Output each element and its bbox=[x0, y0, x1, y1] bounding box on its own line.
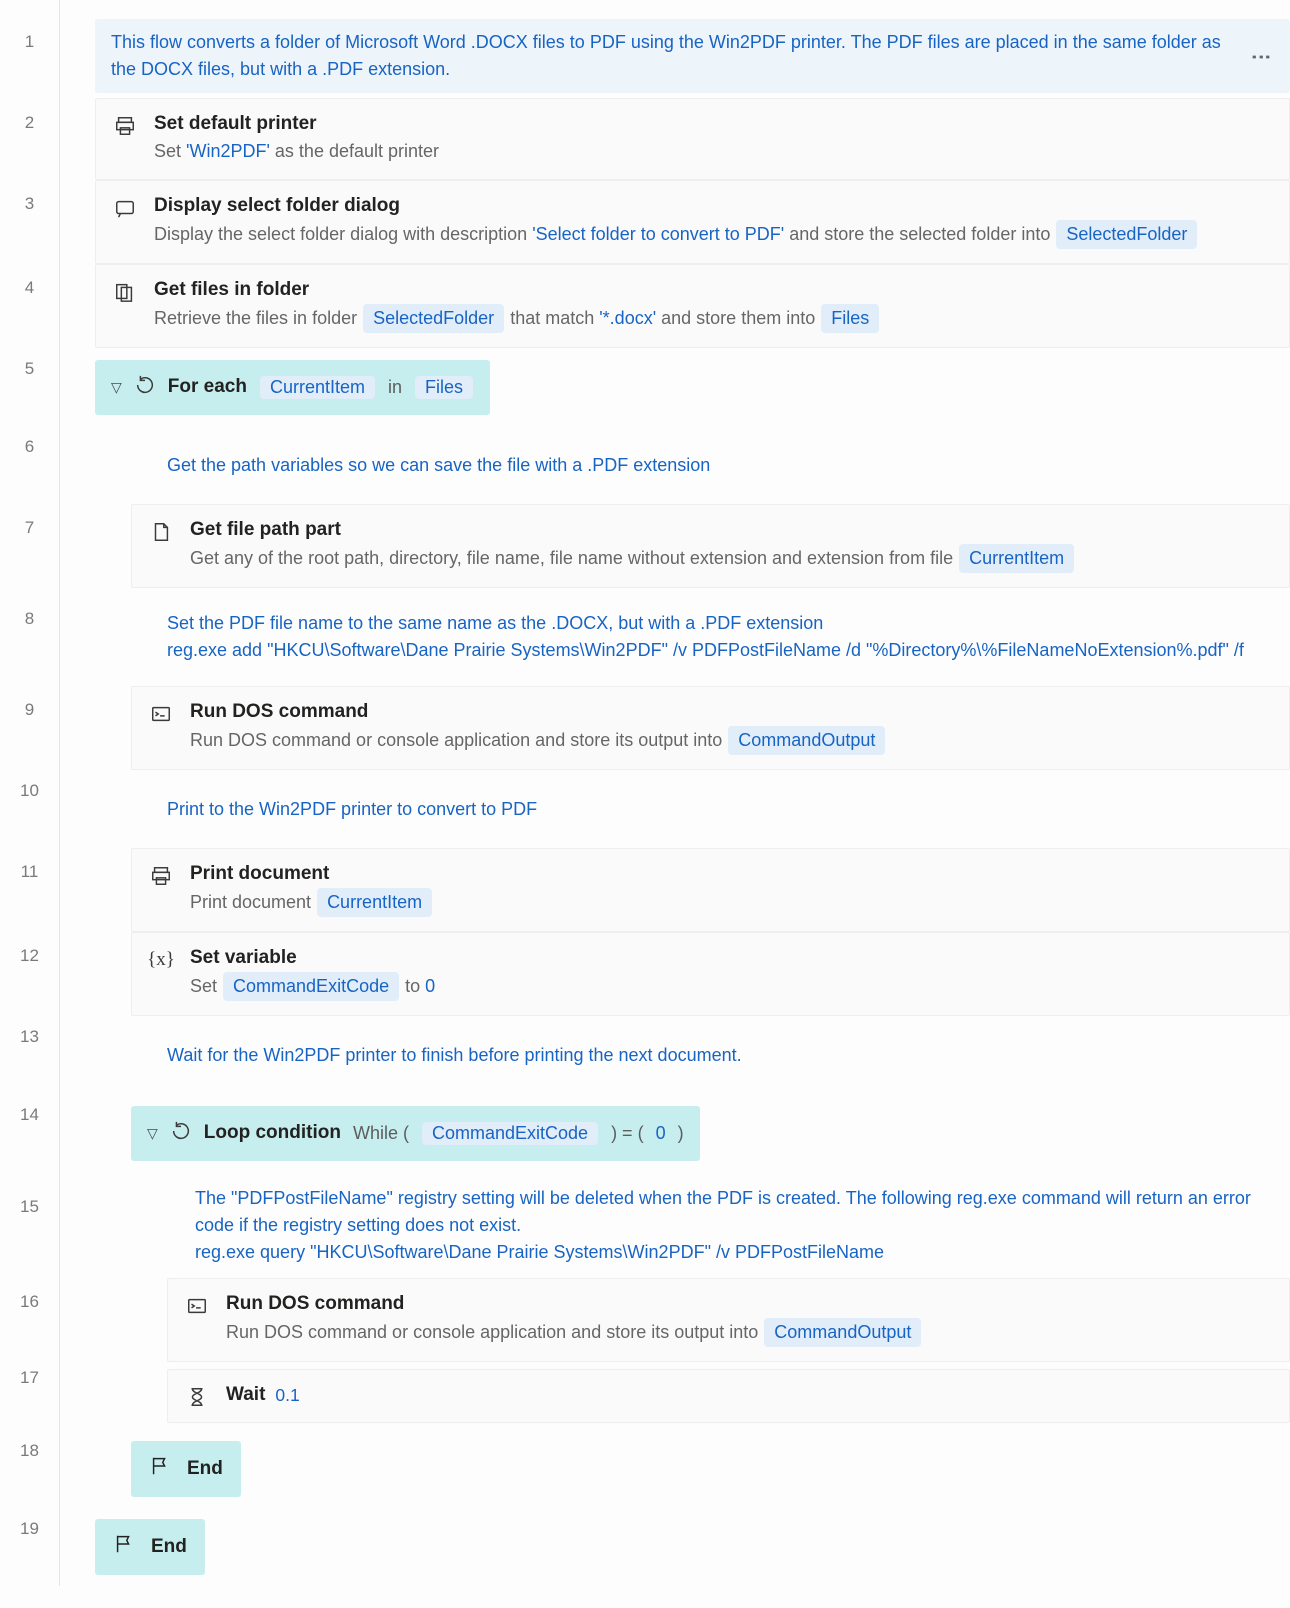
action-title: Wait bbox=[226, 1384, 265, 1406]
line-number: 1 bbox=[0, 0, 59, 84]
line-number: 15 bbox=[0, 1154, 59, 1260]
action-run-dos-command[interactable]: Run DOS command Run DOS command or conso… bbox=[167, 1278, 1290, 1362]
action-description: Run DOS command or console application a… bbox=[190, 726, 1271, 755]
comment-text: This flow converts a folder of Microsoft… bbox=[111, 32, 1221, 79]
variable-icon: {x} bbox=[150, 949, 172, 971]
action-description: Print document CurrentItem bbox=[190, 888, 1271, 917]
loop-icon bbox=[170, 1120, 192, 1147]
action-title: Run DOS command bbox=[226, 1293, 1271, 1315]
comment-block[interactable]: This flow converts a folder of Microsoft… bbox=[95, 19, 1290, 93]
action-description: Retrieve the files in folder SelectedFol… bbox=[154, 304, 1271, 333]
flag-icon bbox=[113, 1533, 135, 1561]
action-print-document[interactable]: Print document Print document CurrentIte… bbox=[131, 848, 1290, 932]
line-number: 5 bbox=[0, 330, 59, 408]
for-each-header[interactable]: ▽ For each CurrentItem in Files bbox=[95, 360, 490, 415]
end-block[interactable]: End bbox=[131, 1441, 241, 1497]
chevron-down-icon[interactable]: ▽ bbox=[147, 1125, 158, 1142]
line-number: 8 bbox=[0, 570, 59, 668]
variable-chip[interactable]: Files bbox=[821, 304, 879, 333]
hourglass-icon bbox=[186, 1386, 208, 1408]
variable-chip[interactable]: CommandOutput bbox=[728, 726, 885, 755]
line-number: 2 bbox=[0, 84, 59, 162]
line-number: 10 bbox=[0, 752, 59, 830]
line-number: 4 bbox=[0, 246, 59, 330]
line-number: 16 bbox=[0, 1260, 59, 1344]
line-number: 18 bbox=[0, 1412, 59, 1490]
line-number: 19 bbox=[0, 1490, 59, 1568]
line-number: 9 bbox=[0, 668, 59, 752]
variable-chip[interactable]: CommandExitCode bbox=[223, 972, 399, 1001]
line-number: 6 bbox=[0, 408, 59, 486]
action-title: Print document bbox=[190, 863, 1271, 885]
action-description: Set CommandExitCode to 0 bbox=[190, 972, 1271, 1001]
action-set-default-printer[interactable]: Set default printer Set 'Win2PDF' as the… bbox=[95, 98, 1290, 180]
line-number: 17 bbox=[0, 1344, 59, 1412]
end-block[interactable]: End bbox=[95, 1519, 205, 1575]
wait-value: 0.1 bbox=[275, 1385, 299, 1406]
action-title: Display select folder dialog bbox=[154, 195, 1271, 217]
loop-condition-header[interactable]: ▽ Loop condition While ( CommandExitCode… bbox=[131, 1106, 700, 1161]
folder-files-icon bbox=[114, 281, 136, 303]
action-title: Get files in folder bbox=[154, 279, 1271, 301]
action-title: Get file path part bbox=[190, 519, 1271, 541]
action-get-file-path-part[interactable]: Get file path part Get any of the root p… bbox=[131, 504, 1290, 588]
comment-text[interactable]: Get the path variables so we can save th… bbox=[167, 448, 710, 483]
line-number: 12 bbox=[0, 914, 59, 998]
comment-text[interactable]: The "PDFPostFileName" registry setting w… bbox=[195, 1181, 1290, 1270]
variable-chip[interactable]: SelectedFolder bbox=[1056, 220, 1197, 249]
variable-chip[interactable]: CurrentItem bbox=[260, 376, 375, 399]
terminal-icon bbox=[150, 703, 172, 725]
action-wait[interactable]: Wait 0.1 bbox=[167, 1369, 1290, 1423]
loop-title: For each bbox=[168, 376, 247, 398]
action-run-dos-command[interactable]: Run DOS command Run DOS command or conso… bbox=[131, 686, 1290, 770]
flag-icon bbox=[149, 1455, 171, 1483]
line-number-gutter: 1 2 3 4 5 6 7 8 9 10 11 12 13 14 15 16 1… bbox=[0, 0, 60, 1586]
action-title: Set default printer bbox=[154, 113, 1271, 135]
printer-icon bbox=[114, 115, 136, 137]
line-number: 13 bbox=[0, 998, 59, 1076]
action-get-files-in-folder[interactable]: Get files in folder Retrieve the files i… bbox=[95, 264, 1290, 348]
terminal-icon bbox=[186, 1295, 208, 1317]
file-icon bbox=[150, 521, 172, 543]
dialog-icon bbox=[114, 197, 136, 219]
line-number: 7 bbox=[0, 486, 59, 570]
variable-chip[interactable]: Files bbox=[415, 376, 473, 399]
action-title: Set variable bbox=[190, 947, 1271, 969]
action-title: Run DOS command bbox=[190, 701, 1271, 723]
flow-content: This flow converts a folder of Microsoft… bbox=[60, 0, 1290, 1586]
comment-text[interactable]: Set the PDF file name to the same name a… bbox=[167, 606, 1244, 668]
line-number: 11 bbox=[0, 830, 59, 914]
loop-title: Loop condition bbox=[204, 1122, 341, 1144]
action-set-variable[interactable]: {x} Set variable Set CommandExitCode to … bbox=[131, 932, 1290, 1016]
printer-icon bbox=[150, 865, 172, 887]
comment-text[interactable]: Print to the Win2PDF printer to convert … bbox=[167, 792, 537, 827]
variable-chip[interactable]: CommandExitCode bbox=[422, 1122, 598, 1145]
action-description: Set 'Win2PDF' as the default printer bbox=[154, 138, 1271, 165]
action-display-select-folder[interactable]: Display select folder dialog Display the… bbox=[95, 180, 1290, 264]
line-number: 14 bbox=[0, 1076, 59, 1154]
variable-chip[interactable]: CurrentItem bbox=[317, 888, 432, 917]
more-options-icon[interactable]: ⋮ bbox=[1246, 47, 1276, 65]
action-description: Run DOS command or console application a… bbox=[226, 1318, 1271, 1347]
action-description: Get any of the root path, directory, fil… bbox=[190, 544, 1271, 573]
loop-icon bbox=[134, 374, 156, 401]
action-description: Display the select folder dialog with de… bbox=[154, 220, 1271, 249]
chevron-down-icon[interactable]: ▽ bbox=[111, 379, 122, 396]
comment-text[interactable]: Wait for the Win2PDF printer to finish b… bbox=[167, 1038, 742, 1073]
variable-chip[interactable]: CurrentItem bbox=[959, 544, 1074, 573]
line-number: 3 bbox=[0, 162, 59, 246]
variable-chip[interactable]: SelectedFolder bbox=[363, 304, 504, 333]
variable-chip[interactable]: CommandOutput bbox=[764, 1318, 921, 1347]
